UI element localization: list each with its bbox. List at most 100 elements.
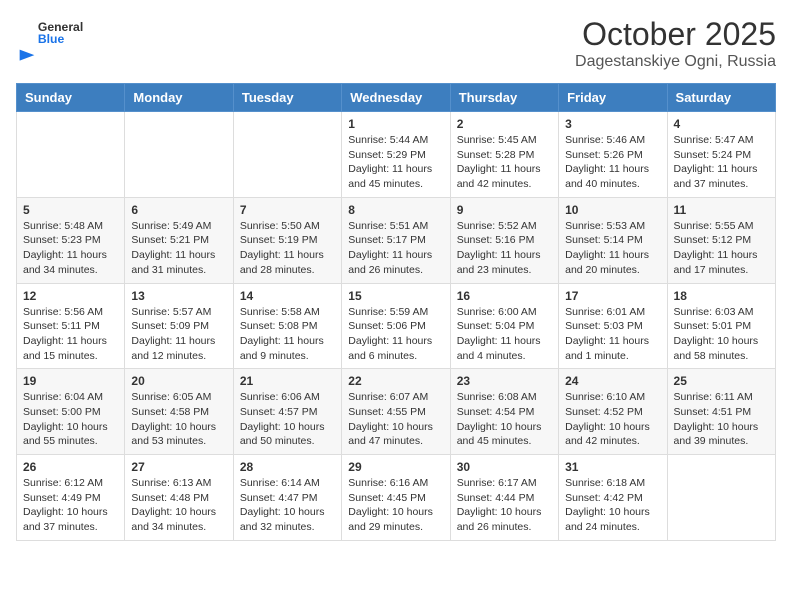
- calendar-cell: 20 Sunrise: 6:05 AMSunset: 4:58 PMDayligh…: [125, 369, 233, 455]
- day-number: 4: [674, 117, 769, 131]
- calendar-week-row: 1Sunrise: 5:44 AMSunset: 5:29 PMDaylight…: [17, 112, 776, 198]
- day-detail: Sunrise: 5:49 AMSunset: 5:21 PMDaylight:…: [131, 219, 226, 278]
- calendar-cell: [125, 112, 233, 198]
- day-detail: Sunrise: 6:08 AMSunset: 4:54 PMDaylight:…: [457, 390, 552, 449]
- calendar-cell: 11 Sunrise: 5:55 AMSunset: 5:12 PMDayligh…: [667, 197, 775, 283]
- day-number: 8: [348, 203, 443, 217]
- day-detail: Sunrise: 6:18 AMSunset: 4:42 PMDaylight:…: [565, 476, 660, 535]
- day-detail: Sunrise: 6:12 AMSunset: 4:49 PMDaylight:…: [23, 476, 118, 535]
- day-detail: Sunrise: 6:06 AMSunset: 4:57 PMDaylight:…: [240, 390, 335, 449]
- day-number: 28: [240, 460, 335, 474]
- calendar-cell: 8 Sunrise: 5:51 AMSunset: 5:17 PMDaylight…: [342, 197, 450, 283]
- month-title: October 2025: [575, 16, 776, 53]
- day-detail: Sunrise: 6:04 AMSunset: 5:00 PMDaylight:…: [23, 390, 118, 449]
- day-detail: Sunrise: 5:44 AMSunset: 5:29 PMDaylight:…: [348, 133, 443, 192]
- calendar-cell: 26 Sunrise: 6:12 AMSunset: 4:49 PMDayligh…: [17, 455, 125, 541]
- day-number: 29: [348, 460, 443, 474]
- calendar-cell: 25 Sunrise: 6:11 AMSunset: 4:51 PMDayligh…: [667, 369, 775, 455]
- day-number: 26: [23, 460, 118, 474]
- calendar-cell: 29 Sunrise: 6:16 AMSunset: 4:45 PMDayligh…: [342, 455, 450, 541]
- day-detail: Sunrise: 6:17 AMSunset: 4:44 PMDaylight:…: [457, 476, 552, 535]
- day-number: 13: [131, 289, 226, 303]
- day-number: 6: [131, 203, 226, 217]
- day-number: 25: [674, 374, 769, 388]
- calendar-cell: 5Sunrise: 5:48 AMSunset: 5:23 PMDaylight…: [17, 197, 125, 283]
- day-detail: Sunrise: 6:07 AMSunset: 4:55 PMDaylight:…: [348, 390, 443, 449]
- calendar-cell: 1Sunrise: 5:44 AMSunset: 5:29 PMDaylight…: [342, 112, 450, 198]
- logo-flag-icon: [16, 46, 38, 68]
- calendar-table: SundayMondayTuesdayWednesdayThursdayFrid…: [16, 83, 776, 541]
- calendar-cell: 31Sunrise: 6:18 AMSunset: 4:42 PMDayligh…: [559, 455, 667, 541]
- day-detail: Sunrise: 5:51 AMSunset: 5:17 PMDaylight:…: [348, 219, 443, 278]
- day-number: 3: [565, 117, 660, 131]
- calendar-cell: 30Sunrise: 6:17 AMSunset: 4:44 PMDayligh…: [450, 455, 558, 541]
- day-header-wednesday: Wednesday: [342, 84, 450, 112]
- day-detail: Sunrise: 5:57 AMSunset: 5:09 PMDaylight:…: [131, 305, 226, 364]
- calendar-cell: 14 Sunrise: 5:58 AMSunset: 5:08 PMDayligh…: [233, 283, 341, 369]
- day-detail: Sunrise: 6:05 AMSunset: 4:58 PMDaylight:…: [131, 390, 226, 449]
- calendar-cell: 16 Sunrise: 6:00 AMSunset: 5:04 PMDayligh…: [450, 283, 558, 369]
- day-number: 15: [348, 289, 443, 303]
- calendar-week-row: 5Sunrise: 5:48 AMSunset: 5:23 PMDaylight…: [17, 197, 776, 283]
- day-detail: Sunrise: 5:52 AMSunset: 5:16 PMDaylight:…: [457, 219, 552, 278]
- day-detail: Sunrise: 6:11 AMSunset: 4:51 PMDaylight:…: [674, 390, 769, 449]
- calendar-cell: 2 Sunrise: 5:45 AMSunset: 5:28 PMDaylight…: [450, 112, 558, 198]
- day-detail: Sunrise: 5:45 AMSunset: 5:28 PMDaylight:…: [457, 133, 552, 192]
- day-detail: Sunrise: 6:14 AMSunset: 4:47 PMDaylight:…: [240, 476, 335, 535]
- day-detail: Sunrise: 5:53 AMSunset: 5:14 PMDaylight:…: [565, 219, 660, 278]
- calendar-cell: 4 Sunrise: 5:47 AMSunset: 5:24 PMDaylight…: [667, 112, 775, 198]
- day-detail: Sunrise: 5:58 AMSunset: 5:08 PMDaylight:…: [240, 305, 335, 364]
- day-detail: Sunrise: 6:01 AMSunset: 5:03 PMDaylight:…: [565, 305, 660, 364]
- day-number: 24: [565, 374, 660, 388]
- day-detail: Sunrise: 6:03 AMSunset: 5:01 PMDaylight:…: [674, 305, 769, 364]
- calendar-cell: 28 Sunrise: 6:14 AMSunset: 4:47 PMDayligh…: [233, 455, 341, 541]
- day-number: 23: [457, 374, 552, 388]
- svg-text:Blue: Blue: [38, 32, 65, 46]
- day-detail: Sunrise: 5:56 AMSunset: 5:11 PMDaylight:…: [23, 305, 118, 364]
- calendar-week-row: 12 Sunrise: 5:56 AMSunset: 5:11 PMDayligh…: [17, 283, 776, 369]
- day-header-saturday: Saturday: [667, 84, 775, 112]
- day-number: 17: [565, 289, 660, 303]
- day-number: 14: [240, 289, 335, 303]
- calendar-cell: 6 Sunrise: 5:49 AMSunset: 5:21 PMDaylight…: [125, 197, 233, 283]
- calendar-cell: 23 Sunrise: 6:08 AMSunset: 4:54 PMDayligh…: [450, 369, 558, 455]
- day-header-sunday: Sunday: [17, 84, 125, 112]
- day-number: 16: [457, 289, 552, 303]
- day-detail: Sunrise: 5:48 AMSunset: 5:23 PMDaylight:…: [23, 219, 118, 278]
- day-detail: Sunrise: 6:13 AMSunset: 4:48 PMDaylight:…: [131, 476, 226, 535]
- day-detail: Sunrise: 6:16 AMSunset: 4:45 PMDaylight:…: [348, 476, 443, 535]
- day-detail: Sunrise: 5:50 AMSunset: 5:19 PMDaylight:…: [240, 219, 335, 278]
- day-number: 7: [240, 203, 335, 217]
- day-number: 18: [674, 289, 769, 303]
- calendar-cell: 18 Sunrise: 6:03 AMSunset: 5:01 PMDayligh…: [667, 283, 775, 369]
- calendar-cell: 7 Sunrise: 5:50 AMSunset: 5:19 PMDaylight…: [233, 197, 341, 283]
- calendar-header-row: SundayMondayTuesdayWednesdayThursdayFrid…: [17, 84, 776, 112]
- calendar-cell: 24Sunrise: 6:10 AMSunset: 4:52 PMDayligh…: [559, 369, 667, 455]
- calendar-cell: 9Sunrise: 5:52 AMSunset: 5:16 PMDaylight…: [450, 197, 558, 283]
- day-header-thursday: Thursday: [450, 84, 558, 112]
- day-detail: Sunrise: 5:55 AMSunset: 5:12 PMDaylight:…: [674, 219, 769, 278]
- day-detail: Sunrise: 5:59 AMSunset: 5:06 PMDaylight:…: [348, 305, 443, 364]
- calendar-cell: 3Sunrise: 5:46 AMSunset: 5:26 PMDaylight…: [559, 112, 667, 198]
- calendar-cell: 27 Sunrise: 6:13 AMSunset: 4:48 PMDayligh…: [125, 455, 233, 541]
- day-number: 27: [131, 460, 226, 474]
- page-header: General Blue October 2025 Dagestanskiye …: [16, 16, 776, 71]
- logo: General Blue: [16, 16, 86, 68]
- day-number: 12: [23, 289, 118, 303]
- calendar-cell: 10 Sunrise: 5:53 AMSunset: 5:14 PMDayligh…: [559, 197, 667, 283]
- day-number: 20: [131, 374, 226, 388]
- day-detail: Sunrise: 6:00 AMSunset: 5:04 PMDaylight:…: [457, 305, 552, 364]
- day-number: 2: [457, 117, 552, 131]
- calendar-cell: 21Sunrise: 6:06 AMSunset: 4:57 PMDayligh…: [233, 369, 341, 455]
- calendar-cell: 17 Sunrise: 6:01 AMSunset: 5:03 PMDayligh…: [559, 283, 667, 369]
- day-number: 11: [674, 203, 769, 217]
- day-number: 10: [565, 203, 660, 217]
- calendar-week-row: 19Sunrise: 6:04 AMSunset: 5:00 PMDayligh…: [17, 369, 776, 455]
- calendar-cell: 13 Sunrise: 5:57 AMSunset: 5:09 PMDayligh…: [125, 283, 233, 369]
- calendar-cell: [667, 455, 775, 541]
- day-header-monday: Monday: [125, 84, 233, 112]
- calendar-cell: 15 Sunrise: 5:59 AMSunset: 5:06 PMDayligh…: [342, 283, 450, 369]
- day-header-friday: Friday: [559, 84, 667, 112]
- day-detail: Sunrise: 5:47 AMSunset: 5:24 PMDaylight:…: [674, 133, 769, 192]
- day-number: 22: [348, 374, 443, 388]
